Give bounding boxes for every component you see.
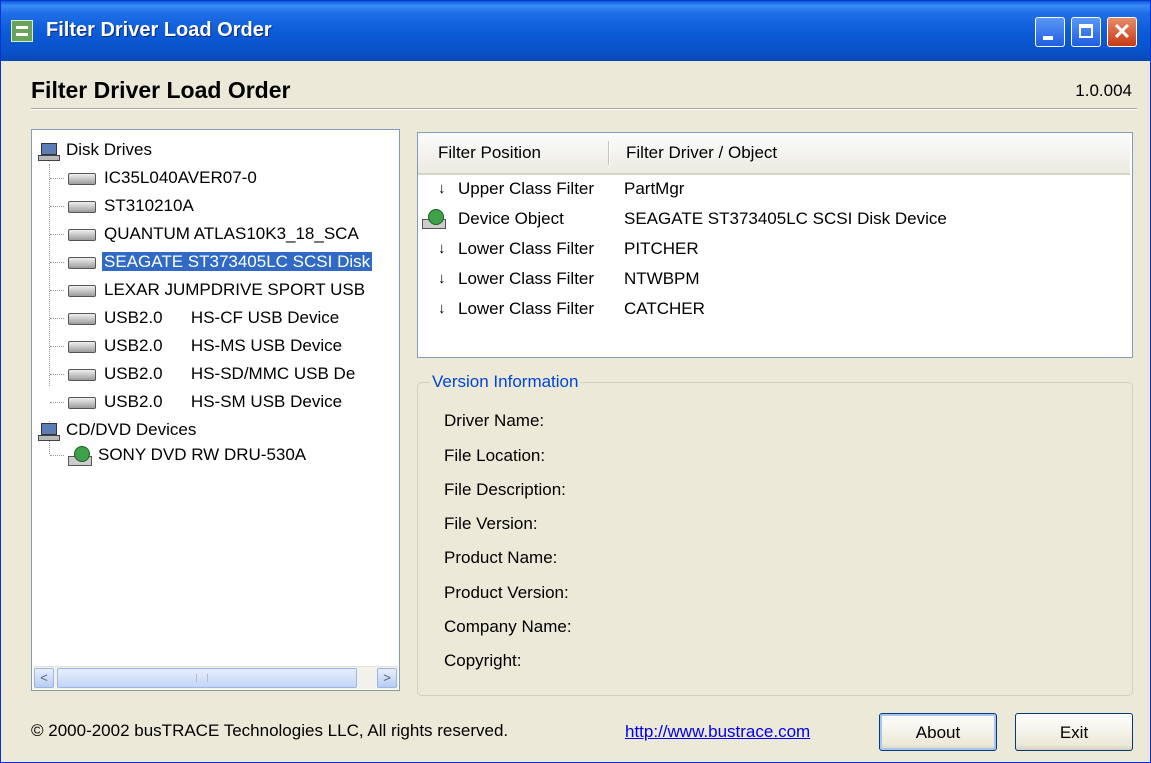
disk-drive-icon [68,172,96,185]
maximize-button[interactable] [1071,17,1101,47]
website-link[interactable]: http://www.bustrace.com [625,722,810,742]
field-label-company-name: Company Name: [444,617,572,636]
field-label-product-version: Product Version: [444,583,569,602]
page-title: Filter Driver Load Order [31,77,291,103]
tree-item[interactable]: USB2.0 HS-CF USB Device [68,306,341,330]
field-label-file-description: File Description: [444,480,566,499]
scroll-left-button[interactable]: < [34,668,54,688]
disk-drive-icon [68,312,96,325]
down-arrow-icon: ↓ [438,240,446,257]
field-label-product-name: Product Name: [444,548,558,567]
disk-drive-icon [68,368,96,381]
tree-item[interactable]: SONY DVD RW DRU-530A [68,443,308,467]
down-arrow-icon: ↓ [438,270,446,287]
app-icon [11,20,33,42]
window-title: Filter Driver Load Order [46,19,272,41]
disk-drive-icon [68,200,96,213]
disk-drive-icon [68,396,96,409]
filter-list[interactable]: Filter Position Filter Driver / Object ↓… [417,132,1133,358]
horizontal-scrollbar[interactable]: < > [33,666,398,689]
tree-group-disk-drives[interactable]: Disk Drives [38,138,154,162]
disk-drive-icon [68,228,96,241]
scroll-grip-icon [196,674,208,682]
about-button[interactable]: About [879,713,997,751]
disk-drive-icon [68,340,96,353]
tree-group-cd-dvd[interactable]: CD/DVD Devices [38,418,198,442]
column-header-driver[interactable]: Filter Driver / Object [626,133,777,173]
list-header: Filter Position Filter Driver / Object [418,133,1130,175]
minimize-button[interactable] [1035,17,1065,47]
copyright-text: © 2000-2002 busTRACE Technologies LLC, A… [31,721,509,740]
header-separator [31,108,1137,110]
down-arrow-icon: ↓ [438,300,446,317]
close-icon: ✕ [1112,19,1132,44]
tree-item[interactable]: USB2.0 HS-SM USB Device [68,390,344,414]
column-header-position[interactable]: Filter Position [438,133,541,173]
close-button[interactable]: ✕ [1107,17,1137,47]
version-info-legend: Version Information [429,372,582,392]
exit-button[interactable]: Exit [1015,713,1133,751]
disk-drive-icon [68,256,96,269]
tree-line [49,164,50,386]
computer-icon [38,142,60,161]
column-divider[interactable] [608,141,610,165]
tree-item[interactable]: IC35L040AVER07-0 [68,166,259,190]
tree-item-selected[interactable]: SEAGATE ST373405LC SCSI Disk [68,250,374,274]
scroll-thumb[interactable] [57,668,357,688]
device-tree[interactable]: Disk Drives IC35L040AVER07-0 ST310210A Q… [31,129,400,691]
tree-item[interactable]: USB2.0 HS-SD/MMC USB De [68,362,357,386]
computer-icon [38,422,60,441]
version-label: 1.0.004 [1075,81,1132,100]
field-label-file-version: File Version: [444,514,538,533]
tree-item[interactable]: ST310210A [68,194,196,218]
app-window: Filter Driver Load Order ✕ Filter Driver… [0,0,1151,763]
title-bar[interactable]: Filter Driver Load Order ✕ [1,1,1150,61]
field-label-file-location: File Location: [444,446,546,465]
tree-item[interactable]: QUANTUM ATLAS10K3_18_SCA [68,222,361,246]
down-arrow-icon: ↓ [438,180,446,197]
cd-drive-icon [68,445,92,466]
tree-item[interactable]: LEXAR JUMPDRIVE SPORT USB [68,278,367,302]
scroll-right-button[interactable]: > [377,668,397,688]
field-label-copyright: Copyright: [444,651,522,670]
tree-item[interactable]: USB2.0 HS-MS USB Device [68,334,344,358]
disk-drive-icon [68,284,96,297]
field-label-driver-name: Driver Name: [444,411,545,430]
device-object-icon [422,209,446,229]
